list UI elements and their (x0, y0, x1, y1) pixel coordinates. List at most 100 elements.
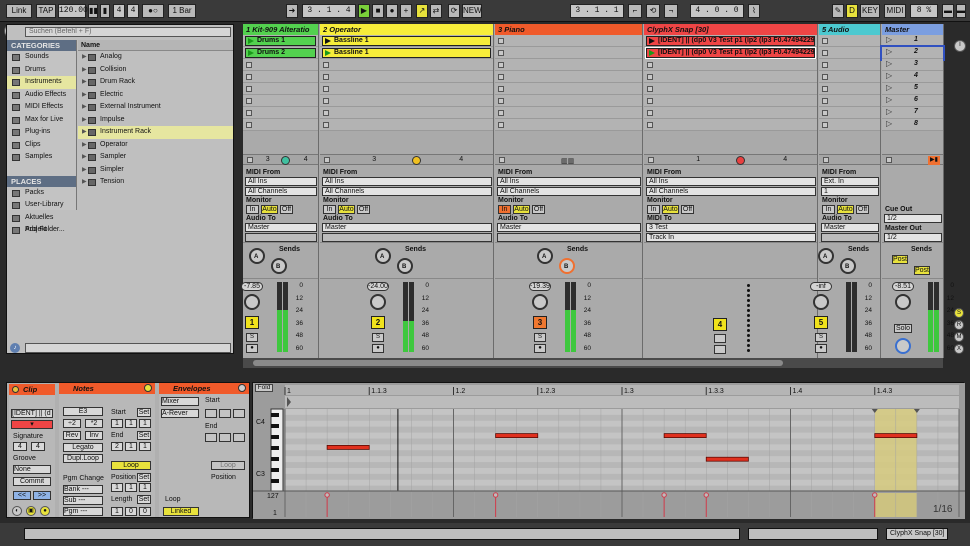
output-channel-select[interactable] (497, 233, 641, 242)
pan-knob[interactable] (813, 294, 829, 310)
track-view-icon[interactable]: ● (40, 506, 50, 516)
browser-item[interactable]: ▶ Electric (78, 89, 233, 102)
pan-knob[interactable] (370, 294, 386, 310)
midi-channel-select[interactable]: 1 (821, 187, 879, 196)
velocity-handle[interactable] (872, 492, 878, 498)
volume-field[interactable]: -inf (810, 282, 832, 291)
midi-channel-select[interactable]: All Channels (245, 187, 317, 196)
mini-overview[interactable] (748, 528, 878, 540)
monitor-in-button[interactable]: In (822, 205, 835, 214)
groove-view-icon[interactable]: ▣ (26, 506, 36, 516)
length-set-button[interactable]: Set (137, 495, 151, 504)
stop-slot-icon[interactable] (647, 86, 653, 92)
stop-slot-icon[interactable] (498, 122, 504, 128)
stop-slot-icon[interactable] (647, 74, 653, 80)
signature-numerator[interactable]: 4 (113, 4, 125, 18)
scene-launch-icon[interactable]: ▷ (886, 47, 892, 56)
expand-arrow-icon[interactable]: ▶ (82, 89, 87, 102)
stop-slot-icon[interactable] (498, 38, 504, 44)
position-set-button[interactable]: Set (137, 473, 151, 482)
clip-slot[interactable] (819, 95, 880, 107)
browser-search-input[interactable]: Suchen (Befehl + F) (25, 27, 231, 37)
clip-slot[interactable]: Bassline 1 (320, 35, 493, 47)
linked-button[interactable]: Linked (163, 507, 199, 516)
clip-slot[interactable] (819, 119, 880, 131)
length-sixteenth[interactable]: 0 (139, 507, 151, 516)
solo-cue-icon[interactable]: ▶▮ (928, 156, 940, 165)
place-packs[interactable]: Packs (7, 187, 76, 200)
monitor-auto-button[interactable]: Auto (261, 205, 278, 214)
stop-slot-icon[interactable] (246, 122, 252, 128)
browser-item[interactable]: ▶ Instrument Rack (78, 126, 233, 139)
scene-slot[interactable]: ▷ 2 (880, 45, 945, 61)
arm-button[interactable]: ● (815, 344, 827, 353)
follow-icon[interactable]: ➜ (286, 4, 298, 18)
halve-button[interactable]: ÷2 (63, 419, 81, 428)
output-channel-select[interactable] (322, 233, 492, 242)
program-field[interactable]: Pgm --- (63, 507, 103, 516)
key-map-button[interactable]: KEY (860, 4, 880, 18)
cue-out-select[interactable]: 1/2 (884, 214, 942, 223)
tempo-field[interactable]: 120.00 (58, 4, 88, 18)
clip-slot[interactable] (495, 47, 642, 59)
reenable-automation-icon[interactable]: ⇄ (430, 4, 442, 18)
new-button[interactable]: NEW (462, 4, 482, 18)
send-a-knob[interactable]: A (818, 248, 834, 264)
returns-toggle-icon[interactable]: R (954, 320, 964, 330)
loop-bar[interactable] (285, 396, 959, 408)
stop-slot-icon[interactable] (822, 50, 828, 56)
clip-slot[interactable] (644, 95, 817, 107)
cue-volume-knob[interactable] (895, 338, 911, 354)
stop-slot-icon[interactable] (246, 86, 252, 92)
loop-length-field[interactable]: 4 . 0 . 0 (690, 4, 744, 18)
scene-slot[interactable]: ▷ 7 (882, 107, 943, 119)
key-map-icon[interactable]: D (846, 4, 858, 18)
post-a-button[interactable]: Post (892, 255, 908, 264)
stop-slot-icon[interactable] (822, 38, 828, 44)
track-activator-button[interactable]: 3 (533, 316, 547, 329)
clip-slot[interactable] (320, 83, 493, 95)
stop-slot-icon[interactable] (498, 50, 504, 56)
monitor-off-button[interactable]: Off (856, 205, 869, 214)
arm-button[interactable]: ● (534, 344, 546, 353)
clip-slot[interactable] (495, 35, 642, 47)
stop-slot-icon[interactable] (323, 86, 329, 92)
expand-arrow-icon[interactable]: ▶ (82, 164, 87, 177)
expand-arrow-icon[interactable]: ▶ (82, 151, 87, 164)
clip[interactable]: [IDENT] || (dp0 V3 Test p1 (lp2 (lp3 F0.… (645, 47, 816, 59)
master-out-select[interactable]: 1/2 (884, 233, 942, 242)
black-key[interactable] (271, 435, 279, 439)
clip-color-select[interactable]: ▾ (11, 420, 53, 429)
expand-arrow-icon[interactable]: ▶ (82, 126, 87, 139)
stop-slot-icon[interactable] (498, 110, 504, 116)
place-add-folder-[interactable]: Add Folder... (7, 224, 76, 237)
duplicate-loop-button[interactable]: Dupl.Loop (63, 454, 103, 463)
track-stop-icon[interactable] (324, 157, 330, 163)
clip-slot[interactable] (495, 95, 642, 107)
play-button[interactable]: ▶ (358, 4, 370, 18)
track-stop-icon[interactable] (823, 157, 829, 163)
clip-slot[interactable] (243, 107, 318, 119)
position-bar[interactable]: 1 (111, 483, 123, 492)
track-header[interactable]: ClyphX Snap [30] (644, 24, 817, 35)
scene-slot[interactable]: ▷ 8 (882, 119, 943, 131)
stop-slot-icon[interactable] (822, 74, 828, 80)
length-beat[interactable]: 0 (125, 507, 137, 516)
commit-button[interactable]: Commit (13, 477, 51, 486)
loop-button[interactable]: Loop (111, 461, 151, 470)
solo-button[interactable]: S (534, 333, 546, 342)
envelopes-add-icon[interactable] (238, 384, 246, 392)
browser-item[interactable]: ▶ External Instrument (78, 101, 233, 114)
output-select[interactable]: Master (497, 223, 641, 232)
clip-slot[interactable] (243, 71, 318, 83)
clip-slot[interactable] (644, 107, 817, 119)
browser-item[interactable]: ▶ Collision (78, 64, 233, 77)
clip-slot[interactable] (320, 95, 493, 107)
stop-slot-icon[interactable] (323, 98, 329, 104)
clip[interactable]: Bassline 1 (322, 36, 491, 46)
black-key[interactable] (271, 413, 279, 417)
solo-button[interactable]: S (372, 333, 384, 342)
arm-button[interactable]: ● (246, 344, 258, 353)
clip-sig-denominator[interactable]: 4 (31, 442, 45, 451)
clip-play-icon[interactable] (248, 50, 254, 56)
